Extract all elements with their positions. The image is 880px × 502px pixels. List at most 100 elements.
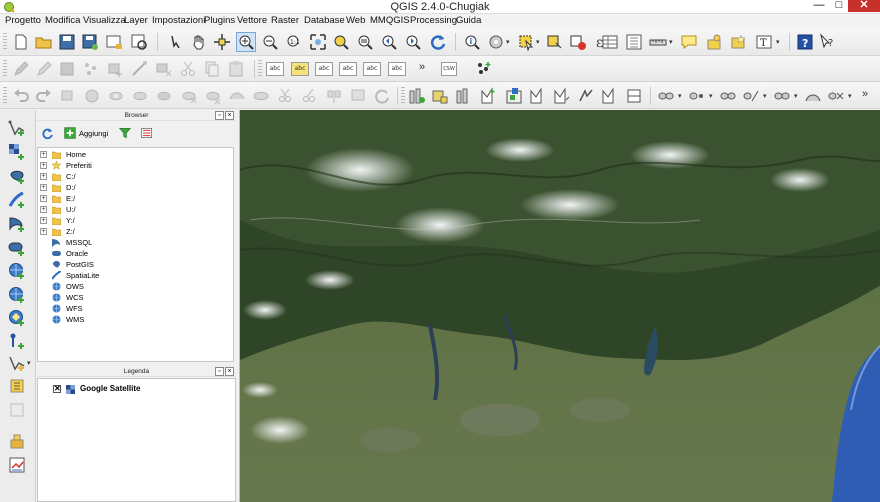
copy-features-icon[interactable] bbox=[203, 60, 221, 78]
expand-icon[interactable]: + bbox=[40, 151, 47, 158]
merge-dropdown-icon[interactable]: ▾ bbox=[678, 92, 682, 100]
identify-icon[interactable]: i bbox=[463, 33, 481, 51]
touch-zoom-icon[interactable] bbox=[166, 33, 184, 51]
redo-icon[interactable] bbox=[35, 87, 53, 105]
paste-features-icon[interactable] bbox=[227, 60, 245, 78]
pan-to-selection-icon[interactable] bbox=[213, 33, 231, 51]
add-feature-icon[interactable] bbox=[82, 60, 100, 78]
menu-raster[interactable]: Raster bbox=[271, 14, 299, 28]
mmqgis-delete-columns-icon[interactable] bbox=[529, 87, 547, 105]
action-dropdown-icon[interactable]: ▾ bbox=[506, 38, 510, 46]
pan-hand-icon[interactable] bbox=[190, 33, 208, 51]
merge-attributes-icon[interactable] bbox=[349, 87, 367, 105]
tree-item-favorites[interactable]: + Preferiti bbox=[38, 160, 233, 171]
tree-item-drive-u[interactable]: + U:/ bbox=[38, 204, 233, 215]
fill-ring-icon[interactable] bbox=[155, 87, 173, 105]
menu-processing[interactable]: Processing bbox=[410, 14, 457, 28]
node-tool-icon[interactable] bbox=[131, 60, 149, 78]
add-ring-icon[interactable] bbox=[107, 87, 125, 105]
add-vector-layer-icon[interactable] bbox=[8, 119, 26, 137]
menu-guida[interactable]: Guida bbox=[456, 14, 481, 28]
offset-curve-icon[interactable] bbox=[252, 87, 270, 105]
mmqgis-select-icon[interactable] bbox=[688, 87, 706, 105]
layer-item-google-satellite[interactable]: ✕ Google Satellite bbox=[38, 383, 233, 395]
add-layer-icon[interactable] bbox=[64, 127, 76, 139]
menu-vettore[interactable]: Vettore bbox=[237, 14, 267, 28]
expand-icon[interactable]: + bbox=[40, 173, 47, 180]
mmqgis-hub-distance-icon[interactable] bbox=[625, 87, 643, 105]
mmqgis-attribute-export-icon[interactable] bbox=[431, 87, 449, 105]
tree-item-home[interactable]: + Home bbox=[38, 149, 233, 160]
refresh-icon[interactable] bbox=[41, 127, 54, 140]
split-parts-icon[interactable] bbox=[300, 87, 318, 105]
minimize-button[interactable]: — bbox=[808, 0, 830, 12]
rotate-feature-icon[interactable] bbox=[59, 87, 77, 105]
expand-icon[interactable]: + bbox=[40, 184, 47, 191]
mmqgis-buffer-icon[interactable] bbox=[827, 87, 845, 105]
tree-item-wcs[interactable]: WCS bbox=[38, 292, 233, 303]
add-spatialite-layer-icon[interactable] bbox=[8, 191, 26, 209]
statistical-summary-icon[interactable] bbox=[625, 33, 643, 51]
add-oracle-layer-icon[interactable] bbox=[8, 239, 26, 257]
add-button-label[interactable]: Aggiungi bbox=[79, 128, 108, 139]
tree-item-drive-c[interactable]: + C:/ bbox=[38, 171, 233, 182]
remove-layer-icon[interactable] bbox=[8, 401, 26, 419]
menu-impostazioni[interactable]: Impostazioni bbox=[152, 14, 205, 28]
tree-item-wms[interactable]: WMS bbox=[38, 314, 233, 325]
menu-progetto[interactable]: Progetto bbox=[5, 14, 41, 28]
filter-icon[interactable] bbox=[119, 127, 131, 139]
deselect-all-icon[interactable] bbox=[569, 33, 587, 51]
close-panel-icon[interactable]: × bbox=[225, 367, 234, 376]
new-project-icon[interactable] bbox=[12, 33, 30, 51]
add-postgis-layer-icon[interactable] bbox=[8, 167, 26, 185]
zoom-full-icon[interactable] bbox=[309, 33, 327, 51]
layer-visibility-checkbox[interactable]: ✕ bbox=[53, 385, 61, 393]
add-wcs-layer-icon[interactable] bbox=[8, 286, 26, 304]
tree-item-mssql[interactable]: MSSQL bbox=[38, 237, 233, 248]
zoom-last-icon[interactable] bbox=[380, 33, 398, 51]
csw-button[interactable]: CSW bbox=[441, 62, 457, 76]
cut-features-icon[interactable] bbox=[179, 60, 197, 78]
zoom-to-selection-icon[interactable] bbox=[332, 33, 350, 51]
menu-plugins[interactable]: Plugins bbox=[204, 14, 235, 28]
tree-item-postgis[interactable]: PostGIS bbox=[38, 259, 233, 270]
map-tips-icon[interactable] bbox=[680, 33, 698, 51]
text-float-dropdown-icon[interactable]: ▾ bbox=[794, 92, 798, 100]
tree-item-spatialite[interactable]: SpatiaLite bbox=[38, 270, 233, 281]
add-wms-layer-icon[interactable] bbox=[8, 262, 26, 280]
tree-item-ows[interactable]: OWS bbox=[38, 281, 233, 292]
spatial-join-dropdown-icon[interactable]: ▾ bbox=[763, 92, 767, 100]
tree-item-wfs[interactable]: WFS bbox=[38, 303, 233, 314]
layer-labeling-button[interactable]: abc bbox=[291, 62, 309, 76]
mmqgis-voronoi-icon[interactable] bbox=[804, 87, 822, 105]
annotation-dropdown-icon[interactable]: ▾ bbox=[776, 38, 780, 46]
mmqgis-float-to-text-icon[interactable] bbox=[553, 87, 571, 105]
menu-modifica[interactable]: Modifica bbox=[45, 14, 80, 28]
menu-visualizza[interactable]: Visualizza bbox=[83, 14, 126, 28]
run-feature-action-icon[interactable] bbox=[487, 33, 505, 51]
select-by-value-icon[interactable] bbox=[546, 33, 564, 51]
mmqgis-spatial-join-icon[interactable] bbox=[742, 87, 760, 105]
zoom-actual-size-icon[interactable]: 1:1 bbox=[285, 33, 303, 51]
menu-web[interactable]: Web bbox=[346, 14, 365, 28]
select-dropdown-icon[interactable]: ▾ bbox=[536, 38, 540, 46]
mmqgis-geocode-icon[interactable] bbox=[577, 87, 595, 105]
show-bookmarks-icon[interactable] bbox=[729, 33, 747, 51]
tree-item-drive-e[interactable]: + E:/ bbox=[38, 193, 233, 204]
menu-layer[interactable]: Layer bbox=[124, 14, 148, 28]
new-layer-dropdown-icon[interactable]: ▾ bbox=[27, 359, 31, 367]
toolbar-overflow-button[interactable]: » bbox=[419, 61, 425, 73]
tree-item-drive-d[interactable]: + D:/ bbox=[38, 182, 233, 193]
expand-icon[interactable]: + bbox=[40, 228, 47, 235]
pin-labels-button[interactable]: abc bbox=[315, 62, 333, 76]
mmqgis-merge-layers-icon[interactable] bbox=[657, 87, 675, 105]
map-canvas[interactable] bbox=[239, 110, 880, 502]
new-print-composer-icon[interactable] bbox=[105, 33, 123, 51]
toolbar-grip[interactable] bbox=[258, 60, 262, 78]
zoom-next-icon[interactable] bbox=[404, 33, 422, 51]
close-button[interactable]: ✕ bbox=[848, 0, 880, 12]
simplify-feature-icon[interactable] bbox=[83, 87, 101, 105]
toolbar-grip[interactable] bbox=[3, 33, 7, 51]
expand-icon[interactable]: + bbox=[40, 162, 47, 169]
mmqgis-attribute-join-icon[interactable] bbox=[455, 87, 473, 105]
